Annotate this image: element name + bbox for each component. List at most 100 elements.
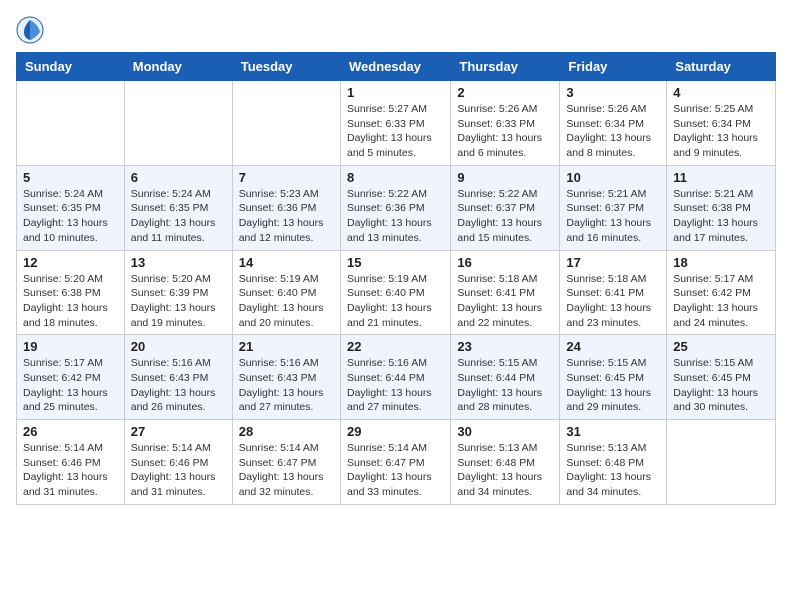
day-info: Sunrise: 5:14 AM Sunset: 6:47 PM Dayligh…	[347, 441, 444, 500]
day-cell: 15Sunrise: 5:19 AM Sunset: 6:40 PM Dayli…	[340, 250, 450, 335]
day-cell: 8 Sunrise: 5:22 AM Sunset: 6:36 PM Daylig…	[340, 165, 450, 250]
day-info: Sunrise: 5:26 AM Sunset: 6:34 PM Dayligh…	[566, 102, 660, 161]
day-cell: 14 Sunrise: 5:19 AM Sunset: 6:40 PM Dayli…	[232, 250, 340, 335]
day-info: Sunrise: 5:17 AM Sunset: 6:42 PM Dayligh…	[673, 272, 769, 331]
day-info: Sunrise: 5:16 AM Sunset: 6:43 PM Dayligh…	[239, 356, 334, 415]
header-day-saturday: Saturday	[667, 53, 776, 81]
day-info: Sunrise: 5:14 AM Sunset: 6:46 PM Dayligh…	[23, 441, 118, 500]
day-cell: 7 Sunrise: 5:23 AM Sunset: 6:36 PM Daylig…	[232, 165, 340, 250]
day-info: Sunrise: 5:20 AM Sunset: 6:39 PM Dayligh…	[131, 272, 226, 331]
header-day-monday: Monday	[124, 53, 232, 81]
day-number: 9	[457, 170, 553, 185]
day-cell	[232, 81, 340, 166]
day-cell: 27 Sunrise: 5:14 AM Sunset: 6:46 PM Dayli…	[124, 420, 232, 505]
day-number: 22	[347, 339, 444, 354]
day-info: Sunrise: 5:22 AM Sunset: 6:37 PM Dayligh…	[457, 187, 553, 246]
day-number: 25	[673, 339, 769, 354]
day-number: 28	[239, 424, 334, 439]
day-number: 26	[23, 424, 118, 439]
day-number: 5	[23, 170, 118, 185]
day-number: 23	[457, 339, 553, 354]
day-cell: 24 Sunrise: 5:15 AM Sunset: 6:45 PM Dayli…	[560, 335, 667, 420]
day-cell: 1 Sunrise: 5:27 AM Sunset: 6:33 PM Daylig…	[340, 81, 450, 166]
day-number: 1	[347, 85, 444, 100]
day-info: Sunrise: 5:27 AM Sunset: 6:33 PM Dayligh…	[347, 102, 444, 161]
day-info: Sunrise: 5:26 AM Sunset: 6:33 PM Dayligh…	[457, 102, 553, 161]
day-number: 30	[457, 424, 553, 439]
day-number: 13	[131, 255, 226, 270]
header	[16, 16, 776, 44]
day-number: 19	[23, 339, 118, 354]
day-cell: 3 Sunrise: 5:26 AM Sunset: 6:34 PM Daylig…	[560, 81, 667, 166]
header-day-friday: Friday	[560, 53, 667, 81]
day-number: 10	[566, 170, 660, 185]
day-info: Sunrise: 5:22 AM Sunset: 6:36 PM Dayligh…	[347, 187, 444, 246]
day-cell: 18Sunrise: 5:17 AM Sunset: 6:42 PM Dayli…	[667, 250, 776, 335]
header-day-sunday: Sunday	[17, 53, 125, 81]
day-cell: 6 Sunrise: 5:24 AM Sunset: 6:35 PM Daylig…	[124, 165, 232, 250]
day-number: 12	[23, 255, 118, 270]
day-cell	[124, 81, 232, 166]
day-number: 7	[239, 170, 334, 185]
day-number: 8	[347, 170, 444, 185]
day-cell: 30 Sunrise: 5:13 AM Sunset: 6:48 PM Dayli…	[451, 420, 560, 505]
day-number: 27	[131, 424, 226, 439]
day-info: Sunrise: 5:24 AM Sunset: 6:35 PM Dayligh…	[131, 187, 226, 246]
day-cell: 13 Sunrise: 5:20 AM Sunset: 6:39 PM Dayli…	[124, 250, 232, 335]
day-info: Sunrise: 5:24 AM Sunset: 6:35 PM Dayligh…	[23, 187, 118, 246]
week-row-4: 19 Sunrise: 5:17 AM Sunset: 6:42 PM Dayli…	[17, 335, 776, 420]
day-number: 2	[457, 85, 553, 100]
day-cell: 21Sunrise: 5:16 AM Sunset: 6:43 PM Dayli…	[232, 335, 340, 420]
day-cell: 11Sunrise: 5:21 AM Sunset: 6:38 PM Dayli…	[667, 165, 776, 250]
week-row-1: 1 Sunrise: 5:27 AM Sunset: 6:33 PM Daylig…	[17, 81, 776, 166]
day-info: Sunrise: 5:16 AM Sunset: 6:44 PM Dayligh…	[347, 356, 444, 415]
day-info: Sunrise: 5:13 AM Sunset: 6:48 PM Dayligh…	[457, 441, 553, 500]
day-number: 24	[566, 339, 660, 354]
day-info: Sunrise: 5:17 AM Sunset: 6:42 PM Dayligh…	[23, 356, 118, 415]
day-info: Sunrise: 5:19 AM Sunset: 6:40 PM Dayligh…	[239, 272, 334, 331]
week-row-3: 12Sunrise: 5:20 AM Sunset: 6:38 PM Dayli…	[17, 250, 776, 335]
header-day-wednesday: Wednesday	[340, 53, 450, 81]
day-info: Sunrise: 5:15 AM Sunset: 6:45 PM Dayligh…	[673, 356, 769, 415]
day-info: Sunrise: 5:15 AM Sunset: 6:45 PM Dayligh…	[566, 356, 660, 415]
day-info: Sunrise: 5:18 AM Sunset: 6:41 PM Dayligh…	[457, 272, 553, 331]
day-number: 3	[566, 85, 660, 100]
logo	[16, 16, 48, 44]
day-info: Sunrise: 5:14 AM Sunset: 6:47 PM Dayligh…	[239, 441, 334, 500]
calendar-table: SundayMondayTuesdayWednesdayThursdayFrid…	[16, 52, 776, 505]
day-cell: 10 Sunrise: 5:21 AM Sunset: 6:37 PM Dayli…	[560, 165, 667, 250]
day-cell: 31Sunrise: 5:13 AM Sunset: 6:48 PM Dayli…	[560, 420, 667, 505]
day-cell	[17, 81, 125, 166]
header-day-thursday: Thursday	[451, 53, 560, 81]
day-info: Sunrise: 5:16 AM Sunset: 6:43 PM Dayligh…	[131, 356, 226, 415]
day-number: 14	[239, 255, 334, 270]
day-number: 6	[131, 170, 226, 185]
header-day-tuesday: Tuesday	[232, 53, 340, 81]
day-cell: 9 Sunrise: 5:22 AM Sunset: 6:37 PM Daylig…	[451, 165, 560, 250]
day-info: Sunrise: 5:25 AM Sunset: 6:34 PM Dayligh…	[673, 102, 769, 161]
day-cell: 12Sunrise: 5:20 AM Sunset: 6:38 PM Dayli…	[17, 250, 125, 335]
day-number: 16	[457, 255, 553, 270]
day-info: Sunrise: 5:14 AM Sunset: 6:46 PM Dayligh…	[131, 441, 226, 500]
day-cell: 5 Sunrise: 5:24 AM Sunset: 6:35 PM Daylig…	[17, 165, 125, 250]
day-cell: 22 Sunrise: 5:16 AM Sunset: 6:44 PM Dayli…	[340, 335, 450, 420]
day-info: Sunrise: 5:23 AM Sunset: 6:36 PM Dayligh…	[239, 187, 334, 246]
week-row-2: 5 Sunrise: 5:24 AM Sunset: 6:35 PM Daylig…	[17, 165, 776, 250]
day-cell	[667, 420, 776, 505]
day-cell: 4 Sunrise: 5:25 AM Sunset: 6:34 PM Daylig…	[667, 81, 776, 166]
day-cell: 28 Sunrise: 5:14 AM Sunset: 6:47 PM Dayli…	[232, 420, 340, 505]
day-cell: 17Sunrise: 5:18 AM Sunset: 6:41 PM Dayli…	[560, 250, 667, 335]
day-cell: 2 Sunrise: 5:26 AM Sunset: 6:33 PM Daylig…	[451, 81, 560, 166]
day-number: 20	[131, 339, 226, 354]
day-number: 15	[347, 255, 444, 270]
day-number: 4	[673, 85, 769, 100]
day-number: 31	[566, 424, 660, 439]
day-cell: 29Sunrise: 5:14 AM Sunset: 6:47 PM Dayli…	[340, 420, 450, 505]
week-row-5: 26 Sunrise: 5:14 AM Sunset: 6:46 PM Dayli…	[17, 420, 776, 505]
day-info: Sunrise: 5:21 AM Sunset: 6:37 PM Dayligh…	[566, 187, 660, 246]
day-cell: 20 Sunrise: 5:16 AM Sunset: 6:43 PM Dayli…	[124, 335, 232, 420]
day-cell: 19 Sunrise: 5:17 AM Sunset: 6:42 PM Dayli…	[17, 335, 125, 420]
day-cell: 23 Sunrise: 5:15 AM Sunset: 6:44 PM Dayli…	[451, 335, 560, 420]
day-cell: 16 Sunrise: 5:18 AM Sunset: 6:41 PM Dayli…	[451, 250, 560, 335]
day-info: Sunrise: 5:15 AM Sunset: 6:44 PM Dayligh…	[457, 356, 553, 415]
